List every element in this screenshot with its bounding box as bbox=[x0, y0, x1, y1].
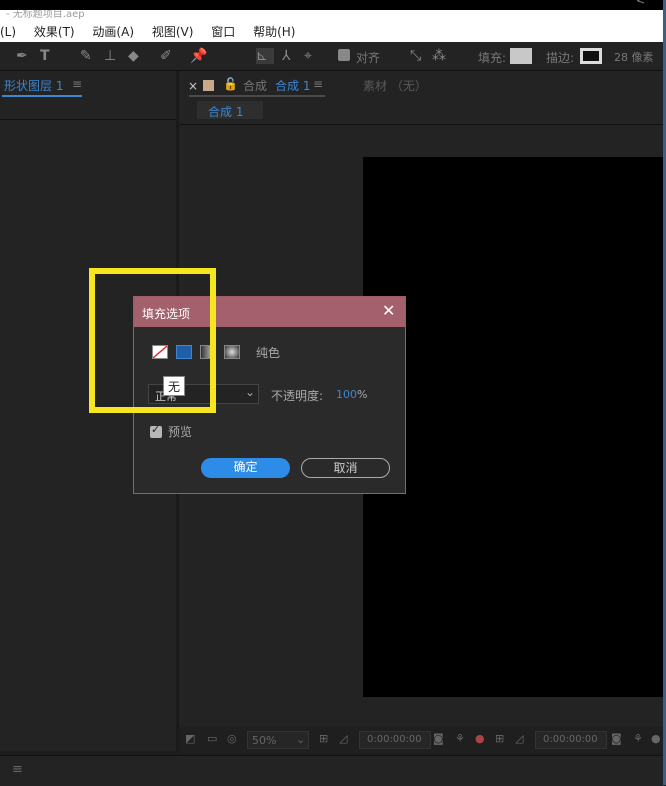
status-bar: ≡ bbox=[0, 755, 666, 786]
axis-view-icon[interactable]: ⌖ bbox=[304, 48, 312, 64]
grid-icon[interactable]: ⊞ bbox=[495, 732, 504, 745]
stroke-width-value[interactable]: 28 像素 bbox=[614, 49, 654, 65]
color-channels-icon[interactable]: ● bbox=[651, 732, 661, 745]
comp-color-icon bbox=[203, 80, 214, 91]
status-menu-icon[interactable]: ≡ bbox=[12, 762, 23, 777]
color-channels-icon[interactable]: ● bbox=[475, 732, 485, 745]
mask-icon[interactable]: ◎ bbox=[227, 732, 237, 745]
project-file-path: - 无标题项目.aep bbox=[0, 10, 666, 22]
close-icon[interactable]: ✕ bbox=[382, 301, 395, 320]
zoom-value: 50% bbox=[252, 734, 277, 747]
region-icon[interactable]: ◿ bbox=[339, 732, 347, 745]
panel-menu-icon[interactable]: ≡ bbox=[72, 77, 82, 91]
snap-feature-icon[interactable]: ⁂ bbox=[432, 48, 446, 64]
panel-divider bbox=[179, 124, 666, 125]
timecode-field[interactable]: 0:00:00:00 bbox=[535, 731, 607, 749]
composition-viewer[interactable] bbox=[363, 157, 666, 697]
show-snapshot-icon[interactable]: ⚘ bbox=[455, 732, 465, 745]
snap-option-icon[interactable]: ⤡ bbox=[410, 48, 421, 64]
breadcrumb: 合成 1 bbox=[197, 101, 263, 119]
menu-bar: (L) 效果(T) 动画(A) 视图(V) 窗口 帮助(H) bbox=[0, 22, 666, 42]
tab-underline bbox=[189, 95, 325, 97]
tab-shape-layer[interactable]: 形状图层 1 bbox=[4, 77, 63, 94]
tab-comp-1[interactable]: 合成 1 bbox=[275, 77, 310, 94]
preview-toggle-icon[interactable]: ◩ bbox=[185, 732, 195, 745]
axis-local-icon[interactable]: ⊾ bbox=[256, 48, 274, 64]
fill-color-swatch[interactable] bbox=[510, 48, 532, 64]
comp-tab-prefix: 合成 bbox=[243, 79, 268, 93]
viewer-controls-bar: ◩ ▭ ◎ 50% ⌄ ⊞ ◿ 0:00:00:00 ◙ ⚘ ● ⊞ ◿ 0:0… bbox=[179, 727, 666, 753]
window-control[interactable]: < bbox=[636, 0, 645, 7]
roto-brush-icon[interactable]: ✐ bbox=[160, 48, 172, 64]
menu-item-help[interactable]: 帮助(H) bbox=[253, 25, 295, 39]
stroke-color-swatch[interactable] bbox=[580, 48, 602, 64]
timecode-value: 0:00:00:00 bbox=[543, 734, 598, 745]
axis-world-icon[interactable]: ⅄ bbox=[282, 48, 291, 64]
cancel-button[interactable]: 取消 bbox=[301, 458, 390, 478]
highlight-box bbox=[89, 268, 216, 413]
preview-label: 预览 bbox=[168, 425, 193, 439]
type-tool-icon[interactable]: T bbox=[40, 48, 50, 64]
puppet-pin-icon[interactable]: 📌 bbox=[190, 48, 207, 64]
check-icon: ✓ bbox=[151, 423, 161, 436]
opacity-label: 不透明度: bbox=[271, 389, 324, 403]
breadcrumb-comp-1[interactable]: 合成 1 bbox=[208, 103, 243, 120]
monitor-icon[interactable]: ▭ bbox=[207, 732, 217, 745]
menu-item-window[interactable]: 窗口 bbox=[211, 25, 235, 39]
title-bar: < bbox=[0, 0, 666, 10]
tab-footage[interactable]: 素材 （无） bbox=[363, 77, 427, 94]
menu-item-effect[interactable]: 效果(T) bbox=[34, 25, 75, 39]
active-tab-underline bbox=[2, 95, 82, 97]
menu-item-view[interactable]: 视图(V) bbox=[152, 25, 194, 39]
pen-tool-icon[interactable]: ✒ bbox=[16, 48, 28, 64]
brush-tool-icon[interactable]: ✎ bbox=[80, 48, 92, 64]
zoom-select[interactable]: 50% ⌄ bbox=[247, 731, 309, 749]
menu-item-animation[interactable]: 动画(A) bbox=[92, 25, 134, 39]
timecode-field[interactable]: 0:00:00:00 bbox=[359, 731, 431, 749]
timecode-value: 0:00:00:00 bbox=[367, 734, 422, 745]
ok-button[interactable]: 确定 bbox=[201, 458, 290, 478]
snap-checkbox[interactable] bbox=[338, 49, 350, 61]
preview-checkbox[interactable]: ✓ bbox=[150, 423, 162, 438]
show-snapshot-icon[interactable]: ⚘ bbox=[633, 732, 643, 745]
fill-type-label: 纯色 bbox=[256, 346, 281, 360]
panel-divider bbox=[0, 119, 176, 120]
camera-icon[interactable]: ◙ bbox=[433, 732, 444, 745]
chevron-down-icon: ⌄ bbox=[296, 733, 306, 746]
lock-icon[interactable]: 🔓 bbox=[223, 77, 238, 91]
camera-icon[interactable]: ◙ bbox=[611, 732, 622, 745]
tool-bar: ✒ T ✎ ⊥ ◆ ✐ 📌 ⊾ ⅄ ⌖ 对齐 ⤡ ⁂ 填充: 描边: 28 像素 bbox=[0, 42, 666, 71]
chevron-down-icon: ⌄ bbox=[245, 385, 256, 399]
menu-item-layer[interactable]: (L) bbox=[0, 25, 16, 39]
fill-label[interactable]: 填充: bbox=[478, 49, 506, 66]
grid-icon[interactable]: ⊞ bbox=[319, 732, 328, 745]
snap-label: 对齐 bbox=[356, 51, 381, 65]
region-icon[interactable]: ◿ bbox=[515, 732, 523, 745]
opacity-value[interactable]: 100 bbox=[336, 388, 357, 401]
eraser-tool-icon[interactable]: ◆ bbox=[128, 48, 139, 64]
panel-menu-icon[interactable]: ≡ bbox=[313, 77, 323, 91]
stamp-tool-icon[interactable]: ⊥ bbox=[104, 48, 116, 64]
opacity-unit: % bbox=[357, 388, 368, 401]
fill-radial-gradient-button[interactable] bbox=[224, 345, 240, 359]
stroke-label[interactable]: 描边: bbox=[546, 49, 574, 66]
close-icon[interactable]: × bbox=[188, 79, 198, 93]
